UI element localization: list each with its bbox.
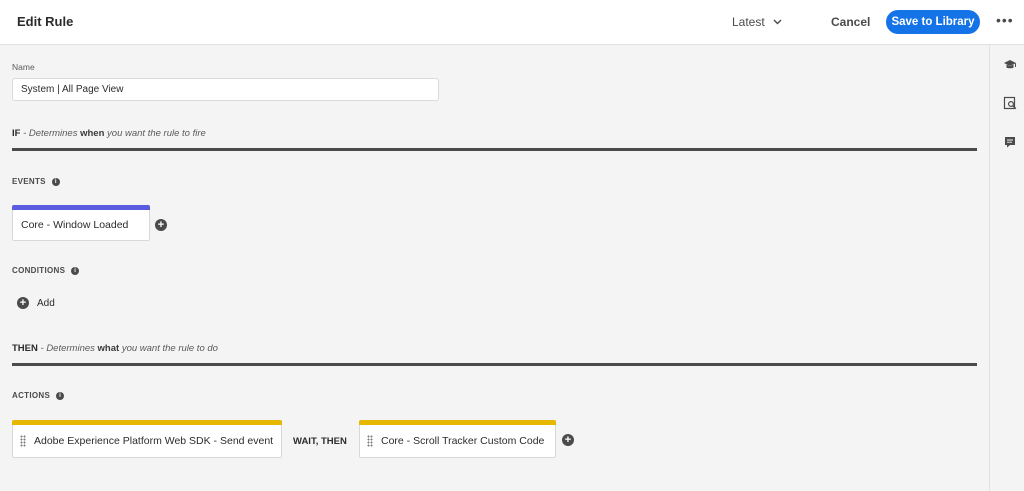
then-divider (12, 363, 977, 366)
name-label: Name (12, 62, 35, 72)
action-card[interactable]: Adobe Experience Platform Web SDK - Send… (12, 420, 282, 458)
if-divider (12, 148, 977, 151)
wait-then-label: WAIT, THEN (293, 436, 347, 447)
right-rail (989, 45, 1024, 491)
conditions-caption-text: CONDITIONS (12, 266, 66, 275)
actions-caption: ACTIONS i (12, 391, 65, 400)
add-event-icon[interactable]: + (155, 219, 167, 231)
then-text-em: what (97, 343, 120, 354)
event-card-label: Core - Window Loaded (21, 219, 129, 231)
version-value: Latest (732, 15, 765, 29)
cancel-button[interactable]: Cancel (831, 15, 870, 29)
conditions-caption: CONDITIONS i (12, 266, 80, 275)
if-section-heading: IF - Determines when you want the rule t… (12, 128, 206, 139)
action-card[interactable]: Core - Scroll Tracker Custom Code (359, 420, 556, 458)
then-text-pre: - Determines (40, 343, 95, 354)
search-preview-icon[interactable] (1003, 96, 1017, 110)
event-card[interactable]: Core - Window Loaded (12, 205, 150, 241)
then-text-post: you want the rule to do (121, 343, 218, 354)
comment-icon[interactable] (1003, 135, 1017, 149)
if-keyword: IF (12, 128, 21, 139)
then-keyword: THEN (12, 343, 38, 354)
events-caption-text: EVENTS (12, 177, 46, 186)
then-section-heading: THEN - Determines what you want the rule… (12, 343, 218, 354)
add-condition-button[interactable]: Add (37, 298, 55, 309)
drag-handle-icon[interactable] (367, 435, 373, 447)
info-icon[interactable]: i (71, 266, 80, 275)
save-to-library-button[interactable]: Save to Library (886, 10, 980, 34)
if-text-em: when (80, 128, 105, 139)
add-action-icon[interactable]: + (562, 434, 574, 446)
top-bar: Edit Rule Latest Cancel Save to Library … (0, 0, 1024, 45)
drag-handle-icon[interactable] (20, 435, 26, 447)
chevron-down-icon (773, 19, 782, 25)
action-card-label: Adobe Experience Platform Web SDK - Send… (34, 435, 274, 447)
action-color-bar (12, 420, 282, 425)
if-text-post: you want the rule to fire (107, 128, 206, 139)
more-options-icon[interactable]: ••• (996, 12, 1014, 28)
info-icon[interactable]: i (56, 391, 65, 400)
version-select[interactable]: Latest (732, 15, 782, 29)
event-color-bar (12, 205, 150, 210)
page-title: Edit Rule (17, 14, 74, 29)
if-text-pre: - Determines (23, 128, 78, 139)
name-input[interactable]: System | All Page View (12, 78, 439, 101)
actions-caption-text: ACTIONS (12, 391, 51, 400)
learn-icon[interactable] (1003, 58, 1017, 72)
add-condition-icon[interactable]: + (17, 297, 29, 309)
action-card-label: Core - Scroll Tracker Custom Code (381, 435, 545, 447)
events-caption: EVENTS i (12, 177, 60, 186)
info-icon[interactable]: i (51, 177, 60, 186)
action-color-bar (359, 420, 556, 425)
